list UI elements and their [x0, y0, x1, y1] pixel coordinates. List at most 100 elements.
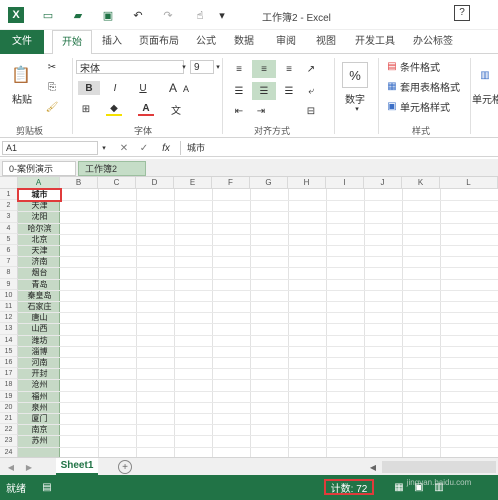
- align-bottom-icon[interactable]: ≡: [280, 60, 298, 78]
- bold-button[interactable]: B: [78, 81, 100, 95]
- number-format-button[interactable]: %: [342, 62, 368, 88]
- cells-icon[interactable]: ▥: [476, 64, 494, 86]
- scroll-right-icon[interactable]: ▶: [24, 461, 34, 473]
- phonetic-button[interactable]: 文: [168, 102, 184, 117]
- increase-indent-icon[interactable]: ⇥: [252, 104, 270, 118]
- row-header[interactable]: 23: [0, 435, 18, 447]
- help-button[interactable]: ?: [454, 5, 470, 21]
- new-file-icon[interactable]: ▭: [40, 7, 56, 23]
- row-header[interactable]: 12: [0, 312, 18, 324]
- workbook-tab-demo[interactable]: 0-案例演示: [2, 161, 76, 176]
- save-icon[interactable]: ▣: [100, 7, 116, 23]
- orientation-icon[interactable]: ↗: [302, 60, 320, 78]
- tab-office-tab[interactable]: 办公标签: [408, 30, 458, 54]
- customize-qat-icon[interactable]: ▾: [214, 7, 230, 23]
- tab-formulas[interactable]: 公式: [190, 30, 222, 54]
- row-header[interactable]: 20: [0, 401, 18, 413]
- column-header-k[interactable]: K: [402, 177, 440, 189]
- horizontal-scrollbar[interactable]: [382, 461, 496, 473]
- column-header-i[interactable]: I: [326, 177, 364, 189]
- decrease-font-icon[interactable]: A: [180, 83, 192, 95]
- row-header[interactable]: 21: [0, 413, 18, 425]
- font-color-button[interactable]: A: [138, 102, 154, 116]
- row-header[interactable]: 19: [0, 390, 18, 402]
- table-cell[interactable]: 苏州: [19, 435, 60, 446]
- column-header-b[interactable]: B: [60, 177, 98, 189]
- cut-icon[interactable]: ✂: [44, 60, 60, 74]
- open-folder-icon[interactable]: ▰: [70, 7, 86, 23]
- macro-record-icon[interactable]: ▤: [40, 481, 54, 493]
- row-header[interactable]: 16: [0, 357, 18, 369]
- tab-developer[interactable]: 开发工具: [350, 30, 400, 54]
- undo-icon[interactable]: ↶: [130, 7, 146, 23]
- font-size-select[interactable]: 9: [190, 60, 214, 74]
- border-icon[interactable]: ⊞: [78, 102, 94, 116]
- format-painter-icon[interactable]: 🖌: [44, 100, 60, 114]
- spreadsheet-grid[interactable]: A B C D E F G H I J K L 1 城市 2 天津 3 沈阳 4 哈尔滨 5 北京…: [0, 177, 498, 457]
- tab-data[interactable]: 数据: [228, 30, 260, 54]
- italic-button[interactable]: I: [108, 81, 122, 95]
- align-right-icon[interactable]: ☰: [280, 82, 298, 100]
- row-header[interactable]: 5: [0, 233, 18, 245]
- row-header[interactable]: 9: [0, 278, 18, 290]
- redo-icon[interactable]: ↷: [160, 7, 176, 23]
- tab-home[interactable]: 开始: [52, 30, 92, 55]
- table-cell[interactable]: 厦门: [19, 413, 60, 424]
- cell-styles-button[interactable]: 单元格样式: [400, 100, 460, 114]
- row-header[interactable]: 7: [0, 256, 18, 268]
- table-cell[interactable]: 潍坊: [19, 335, 60, 346]
- table-cell[interactable]: 秦皇岛: [19, 290, 60, 301]
- table-cell[interactable]: 石家庄: [19, 301, 60, 312]
- align-center-icon[interactable]: ☰: [252, 82, 276, 100]
- row-header[interactable]: 18: [0, 379, 18, 391]
- insert-function-button[interactable]: fx: [158, 142, 174, 154]
- column-header-f[interactable]: F: [212, 177, 250, 189]
- merge-center-icon[interactable]: ⊟: [302, 104, 320, 118]
- row-header[interactable]: 3: [0, 211, 18, 223]
- table-cell[interactable]: 南京: [19, 424, 60, 435]
- chevron-down-icon[interactable]: ▾: [100, 142, 108, 154]
- column-header-h[interactable]: H: [288, 177, 326, 189]
- tab-file[interactable]: 文件: [0, 30, 44, 54]
- copy-icon[interactable]: ⎘: [44, 80, 60, 94]
- new-sheet-icon[interactable]: +: [118, 460, 132, 474]
- conditional-format-icon[interactable]: ▤: [386, 60, 398, 72]
- row-header[interactable]: 4: [0, 222, 18, 234]
- table-cell[interactable]: 青岛: [19, 279, 60, 290]
- underline-button[interactable]: U: [136, 81, 150, 95]
- table-cell[interactable]: 淄博: [19, 346, 60, 357]
- table-cell[interactable]: 济南: [19, 256, 60, 267]
- column-header-j[interactable]: J: [364, 177, 402, 189]
- name-box[interactable]: A1: [2, 141, 98, 155]
- touch-mode-icon[interactable]: ☝: [192, 7, 208, 23]
- sheet-tab-sheet1[interactable]: Sheet1: [56, 458, 98, 475]
- column-header-d[interactable]: D: [136, 177, 174, 189]
- row-header[interactable]: 6: [0, 245, 18, 257]
- workbook-tab-book2[interactable]: 工作簿2: [78, 161, 146, 176]
- chevron-down-icon[interactable]: ▾: [180, 60, 188, 74]
- format-as-table-button[interactable]: 套用表格格式: [400, 80, 462, 94]
- table-cell[interactable]: 泉州: [19, 402, 60, 413]
- row-header[interactable]: 22: [0, 424, 18, 436]
- font-name-select[interactable]: 宋体: [76, 60, 184, 75]
- tab-page-layout[interactable]: 页面布局: [134, 30, 184, 54]
- formula-input[interactable]: 城市: [180, 141, 496, 155]
- column-header-c[interactable]: C: [98, 177, 136, 189]
- tab-view[interactable]: 视图: [310, 30, 342, 54]
- row-header[interactable]: 13: [0, 323, 18, 335]
- number-group-label[interactable]: 数字: [340, 92, 370, 106]
- column-header-g[interactable]: G: [250, 177, 288, 189]
- table-cell[interactable]: 沈阳: [19, 211, 60, 222]
- align-middle-icon[interactable]: ≡: [252, 60, 276, 78]
- table-cell[interactable]: 福州: [19, 391, 60, 402]
- align-left-icon[interactable]: ☰: [230, 82, 248, 100]
- table-cell[interactable]: 天津: [19, 245, 60, 256]
- increase-font-icon[interactable]: A: [166, 81, 180, 95]
- column-header-l[interactable]: L: [440, 177, 498, 189]
- row-header[interactable]: 10: [0, 289, 18, 301]
- fill-color-icon[interactable]: ◆: [106, 102, 122, 116]
- table-cell[interactable]: 唐山: [19, 312, 60, 323]
- scroll-left-icon[interactable]: ◀: [368, 461, 378, 473]
- paste-icon[interactable]: 📋: [10, 62, 32, 88]
- row-header[interactable]: 11: [0, 301, 18, 313]
